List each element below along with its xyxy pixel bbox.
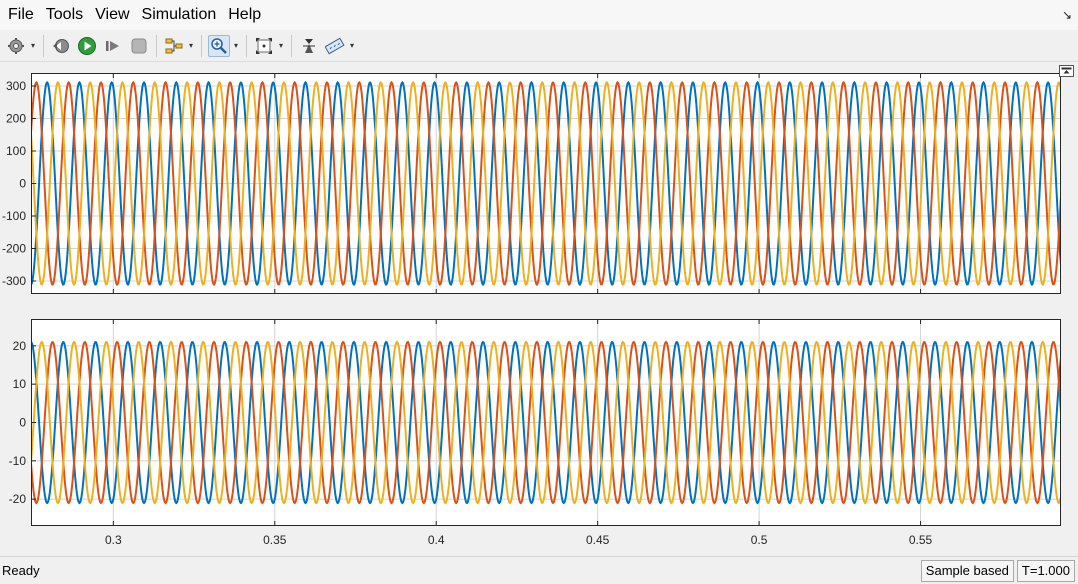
measurements-button[interactable]	[324, 35, 346, 57]
fit-dropdown-icon[interactable]: ▾	[277, 41, 285, 50]
toolbar-separator	[246, 34, 247, 57]
axes-panel-1[interactable]: -300 -200 -100 0 100 200 300	[2, 73, 1061, 294]
scope-window: File Tools View Simulation Help ↘ ▾ ▾ ▾ …	[0, 0, 1078, 584]
x-tick-label: 0.4	[428, 533, 445, 547]
autoscale-icon	[303, 38, 315, 53]
x-tick-label: 0.55	[909, 533, 933, 547]
fit-to-view-icon	[256, 37, 272, 54]
simulation-time-indicator: T=1.000	[1016, 559, 1075, 582]
y-tick-label: -20	[9, 492, 27, 506]
dock-arrow-icon[interactable]: ↘	[1062, 8, 1072, 22]
toolbar-separator	[201, 34, 202, 57]
x-tick-label: 0.3	[105, 533, 122, 547]
x-tick-label: 0.35	[263, 533, 287, 547]
step-back-icon	[53, 38, 69, 53]
status-bar: Ready Sample based T=1.000	[0, 556, 1078, 584]
run-icon	[78, 36, 96, 55]
toolbar: ▾ ▾ ▾ ▾ ▾	[0, 30, 1078, 62]
menu-simulation[interactable]: Simulation	[136, 0, 223, 30]
y-tick-label: 300	[6, 79, 26, 93]
highlight-icon	[165, 38, 183, 53]
sample-mode-indicator: Sample based	[920, 559, 1014, 582]
highlight-button[interactable]	[163, 35, 185, 57]
highlight-dropdown-icon[interactable]: ▾	[187, 41, 195, 50]
x-tick-label: 0.5	[751, 533, 768, 547]
menu-tools[interactable]: Tools	[40, 0, 89, 30]
y-tick-label: 10	[13, 377, 27, 391]
undock-axes-button[interactable]	[1059, 65, 1074, 77]
scope-display: -300 -200 -100 0 100 200 300 -20 -10 0 10 20 0.3 0.35…	[0, 63, 1078, 554]
menu-file[interactable]: File	[2, 0, 40, 30]
y-tick-label: -300	[2, 274, 26, 288]
y-tick-label: -100	[2, 209, 26, 223]
y-tick-label: 0	[19, 416, 26, 430]
stop-button[interactable]	[128, 35, 150, 57]
settings-dropdown-icon[interactable]: ▾	[29, 41, 37, 50]
y-tick-label: 100	[6, 144, 26, 158]
undock-icon	[1061, 67, 1072, 73]
settings-button[interactable]	[5, 35, 27, 57]
settings-icon	[8, 37, 24, 54]
measurements-dropdown-icon[interactable]: ▾	[348, 41, 356, 50]
axes-panel-2[interactable]: -20 -10 0 10 20 0.3 0.35 0.4 0.45 0.5 0.55	[9, 319, 1061, 547]
toolbar-separator	[156, 34, 157, 57]
menu-bar: File Tools View Simulation Help ↘	[0, 0, 1078, 30]
y-tick-label: 200	[6, 112, 26, 126]
y-tick-label: -200	[2, 242, 26, 256]
menu-help[interactable]: Help	[222, 0, 267, 30]
scope-plots: -300-200-1000100200300-20-10010200.3 0.35…	[2, 73, 1061, 547]
y-tick-label: -10	[9, 454, 27, 468]
toolbar-separator	[43, 34, 44, 57]
y-tick-label: 0	[19, 177, 26, 191]
step-forward-icon	[106, 40, 119, 51]
menu-view[interactable]: View	[89, 0, 135, 30]
fit-to-view-button[interactable]	[253, 35, 275, 57]
run-button[interactable]	[76, 35, 98, 57]
zoom-in-button[interactable]	[208, 34, 230, 57]
autoscale-button[interactable]	[298, 35, 320, 57]
step-back-button[interactable]	[50, 35, 72, 57]
zoom-in-icon	[211, 37, 227, 54]
measurements-icon	[325, 37, 345, 54]
status-text: Ready	[2, 563, 40, 578]
stop-icon	[131, 38, 147, 53]
step-forward-button[interactable]	[102, 35, 124, 57]
x-tick-label: 0.45	[586, 533, 610, 547]
toolbar-separator	[291, 34, 292, 57]
zoom-dropdown-icon[interactable]: ▾	[232, 41, 240, 50]
y-tick-label: 20	[13, 339, 27, 353]
